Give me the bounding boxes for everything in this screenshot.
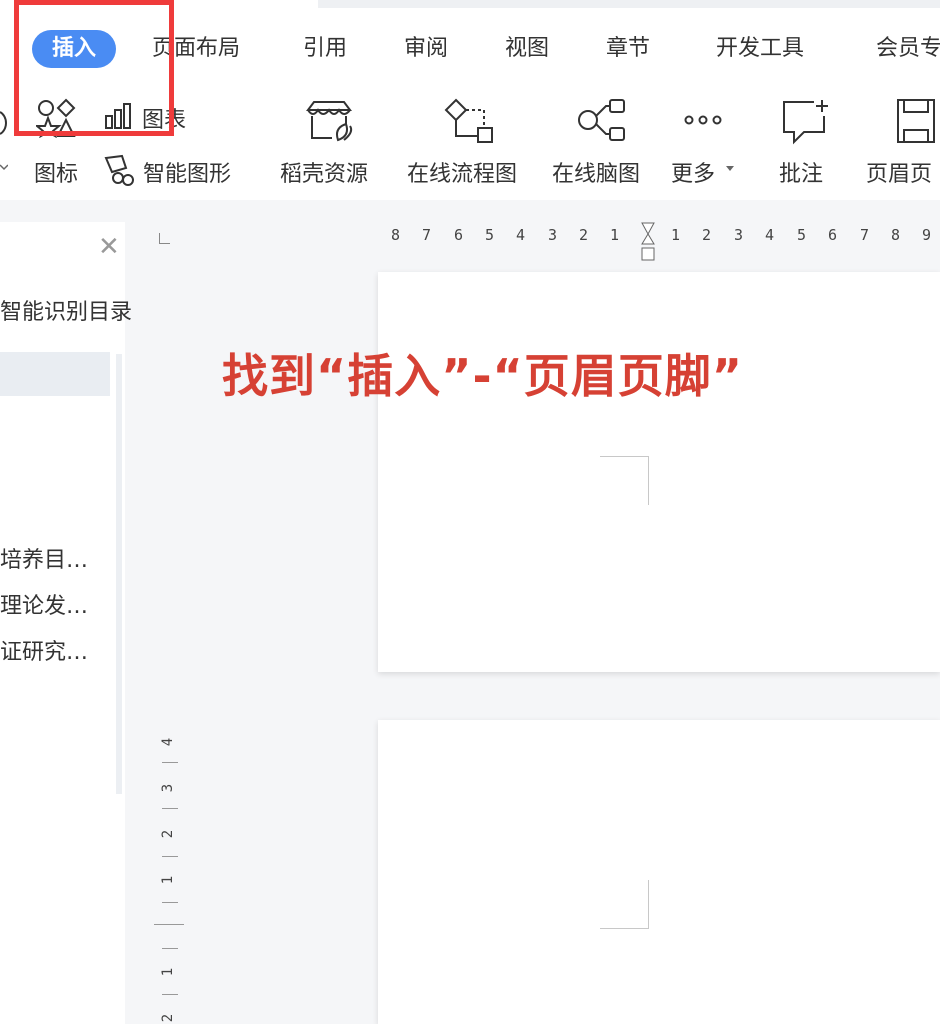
- flowchart-icon[interactable]: [444, 98, 496, 144]
- ruler-tick: [162, 808, 178, 809]
- ruler-number: 6: [828, 226, 838, 244]
- smart-toc-button[interactable]: 智能识别目录: [0, 294, 132, 326]
- tab-developer-tools[interactable]: 开发工具: [716, 30, 804, 68]
- ruler-number: 4: [765, 226, 775, 244]
- margin-corner-mark: [600, 880, 649, 929]
- ruler-number: 1: [160, 967, 177, 977]
- ruler-number: 7: [860, 226, 870, 244]
- comment-add-icon[interactable]: [780, 98, 830, 146]
- ruler-number: 5: [797, 226, 807, 244]
- docer-label[interactable]: 稻壳资源: [280, 156, 368, 188]
- navigation-pane: ✕ 智能识别目录 培养目… 理论发… 证研究…: [0, 222, 132, 1024]
- more-icon[interactable]: [684, 114, 724, 126]
- tab-view[interactable]: 视图: [505, 30, 549, 68]
- ruler-number: 1: [610, 226, 620, 244]
- ruler-tick: [162, 948, 178, 949]
- header-footer-label[interactable]: 页眉页: [866, 156, 932, 188]
- ruler-tick: [162, 994, 178, 995]
- ruler-number: 4: [516, 226, 526, 244]
- smart-shape-label[interactable]: 智能图形: [143, 156, 231, 188]
- ruler-number: 2: [160, 829, 177, 839]
- ruler-number: 3: [548, 226, 558, 244]
- ruler-number: 2: [160, 1013, 177, 1023]
- tab-references[interactable]: 引用: [303, 30, 347, 68]
- ruler-number: 2: [702, 226, 712, 244]
- margin-corner-mark: [600, 456, 649, 505]
- partial-icon: [0, 108, 8, 138]
- ruler-number: 1: [671, 226, 681, 244]
- docer-store-icon[interactable]: [304, 100, 354, 144]
- flowchart-label[interactable]: 在线流程图: [407, 156, 517, 188]
- more-chevron-down-icon[interactable]: [726, 166, 734, 172]
- horizontal-ruler[interactable]: 8 7 6 5 4 3 2 1 1 2 3 4 5 6 7 8 9: [150, 222, 940, 261]
- ruler-margin-line: [154, 924, 184, 925]
- document-page[interactable]: [378, 720, 940, 1024]
- selected-toc-item[interactable]: [0, 352, 110, 396]
- ruler-number: 2: [579, 226, 589, 244]
- more-label[interactable]: 更多: [671, 156, 715, 188]
- header-footer-icon[interactable]: [896, 98, 936, 146]
- ruler-number: 1: [160, 875, 177, 885]
- ruler-tick: [162, 902, 178, 903]
- ruler-tick: [162, 856, 178, 857]
- ruler-number: 3: [160, 783, 177, 793]
- smart-shape-icon[interactable]: [104, 154, 138, 186]
- chevron-down-icon[interactable]: [0, 162, 8, 172]
- tab-sections[interactable]: 章节: [606, 30, 650, 68]
- highlight-box: [14, 0, 174, 136]
- tab-review[interactable]: 审阅: [404, 30, 448, 68]
- vertical-ruler[interactable]: 4 3 2 1 1 2: [150, 720, 190, 1024]
- mindmap-icon[interactable]: [576, 98, 628, 144]
- comment-label[interactable]: 批注: [779, 156, 823, 188]
- mindmap-label[interactable]: 在线脑图: [552, 156, 640, 188]
- ruler-number: 9: [922, 226, 932, 244]
- toc-item[interactable]: 培养目…: [0, 542, 88, 574]
- tab-membership[interactable]: 会员专: [876, 30, 940, 68]
- toc-item[interactable]: 理论发…: [0, 588, 88, 620]
- ruler-number: 7: [422, 226, 432, 244]
- instruction-caption: 找到“插入”-“页眉页脚”: [222, 349, 744, 403]
- title-bar-strip: [318, 0, 940, 8]
- ruler-number: 5: [485, 226, 495, 244]
- nav-scrollbar[interactable]: [116, 354, 122, 794]
- indent-marker-icon[interactable]: [640, 222, 656, 268]
- document-page[interactable]: [378, 272, 940, 672]
- ruler-number: 6: [454, 226, 464, 244]
- ruler-number: 8: [391, 226, 401, 244]
- toc-item[interactable]: 证研究…: [0, 634, 88, 666]
- close-icon[interactable]: ✕: [98, 234, 120, 260]
- ruler-tick: [162, 762, 178, 763]
- icon-label[interactable]: 图标: [34, 156, 78, 188]
- ruler-number: 8: [891, 226, 901, 244]
- ruler-number: 3: [734, 226, 744, 244]
- ruler-number: 4: [160, 737, 177, 747]
